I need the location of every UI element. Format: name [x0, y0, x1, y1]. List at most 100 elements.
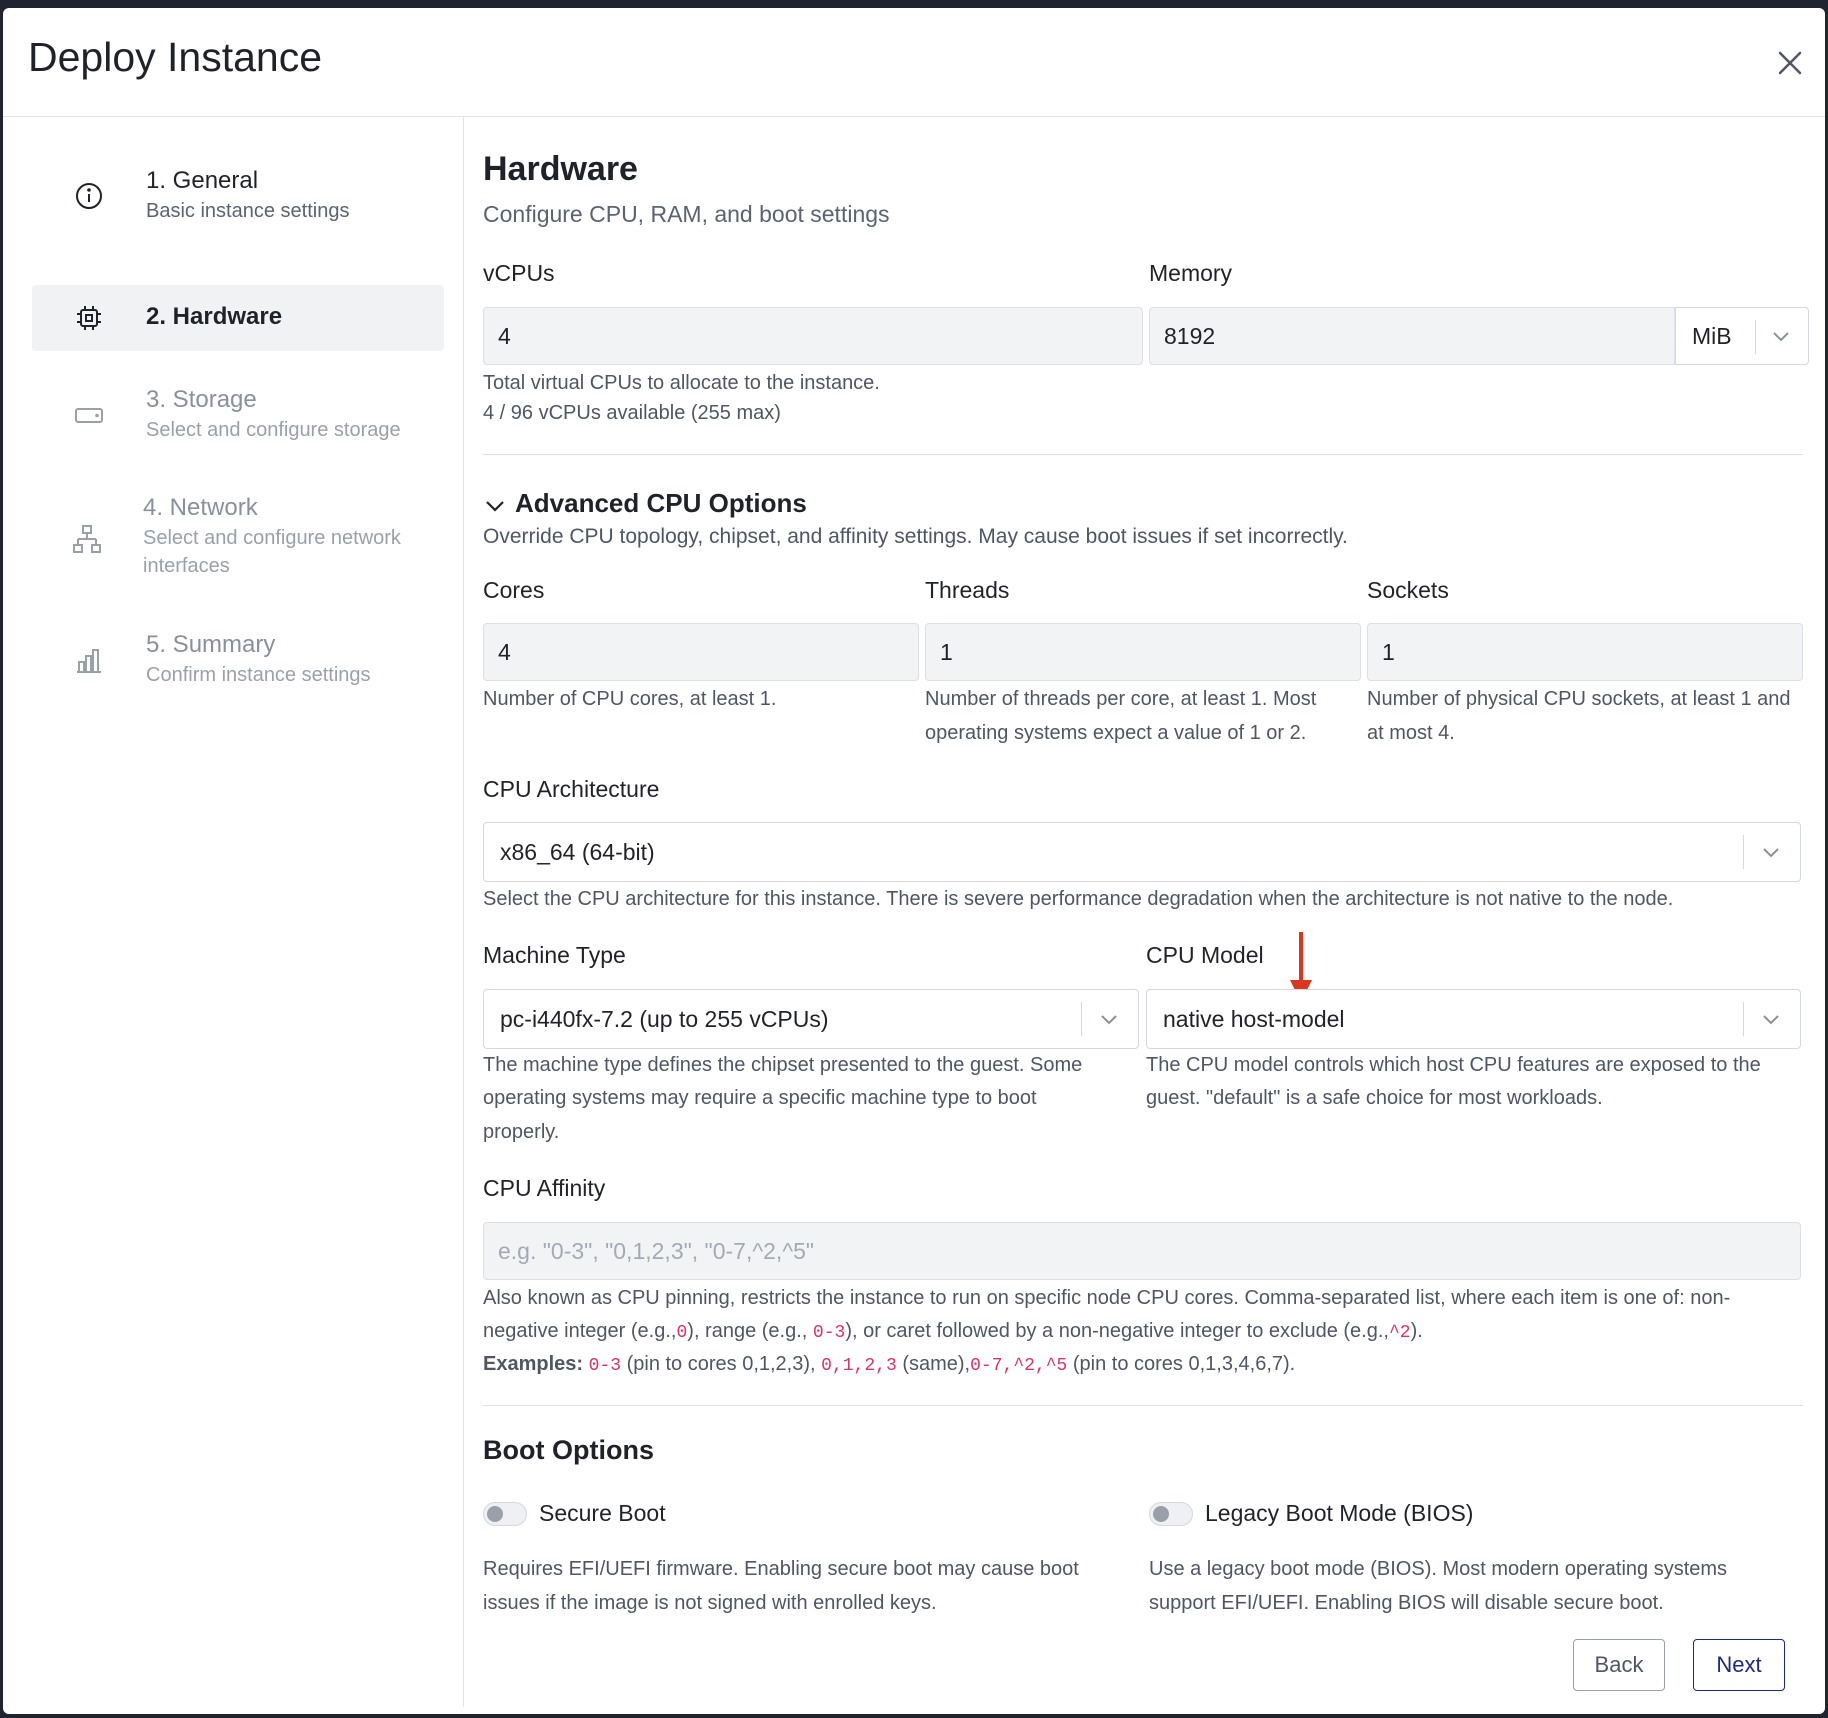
advanced-subtitle: Override CPU topology, chipset, and affi…: [483, 525, 1348, 548]
cores-input[interactable]: 4: [483, 623, 919, 681]
cpu-model-help: The CPU model controls which host CPU fe…: [1146, 1054, 1761, 1076]
network-icon: [72, 524, 102, 554]
section-subtitle: Configure CPU, RAM, and boot settings: [483, 201, 890, 227]
close-button[interactable]: [1773, 46, 1807, 80]
cpu-model-help: guest. "default" is a safe choice for mo…: [1146, 1087, 1603, 1109]
select-separator: [1743, 1002, 1744, 1036]
select-separator: [1081, 1002, 1082, 1036]
deploy-instance-dialog: Deploy Instance 1. General Basic instanc…: [3, 8, 1825, 1714]
code-snippet: 0: [676, 1323, 688, 1343]
help-text: (pin to cores 0,1,2,3),: [621, 1353, 822, 1375]
toggle-knob: [1153, 1506, 1169, 1522]
info-icon: [74, 181, 104, 211]
help-text: ), or caret followed by a non-negative i…: [845, 1320, 1389, 1342]
step-general[interactable]: 1. General Basic instance settings: [32, 153, 444, 233]
cores-label: Cores: [483, 577, 545, 603]
cpu-affinity-input[interactable]: e.g. "0-3", "0,1,2,3", "0-7,^2,^5": [483, 1222, 1801, 1280]
cpu-architecture-label: CPU Architecture: [483, 776, 660, 802]
step-subtitle: Select and configure storage: [146, 419, 401, 441]
chevron-down-icon: [1101, 1015, 1117, 1025]
section-divider: [483, 454, 1803, 455]
toggle-knob: [487, 1506, 503, 1522]
boot-options-title: Boot Options: [483, 1435, 654, 1465]
threads-help: Number of threads per core, at least 1. …: [925, 688, 1317, 710]
next-button[interactable]: Next: [1693, 1639, 1785, 1691]
section-divider: [483, 1405, 1803, 1406]
cpu-model-select[interactable]: native host-model: [1146, 989, 1801, 1049]
step-hardware[interactable]: 2. Hardware: [32, 285, 444, 351]
chevron-down-icon: [1763, 848, 1779, 858]
step-title: 3. Storage: [146, 386, 257, 413]
code-snippet: ^2: [1388, 1323, 1411, 1343]
memory-unit-select[interactable]: MiB: [1675, 307, 1809, 365]
wizard-steps-sidebar: 1. General Basic instance settings 2. Ha…: [3, 117, 464, 1707]
secure-boot-help: Requires EFI/UEFI firmware. Enabling sec…: [483, 1558, 1079, 1580]
cpu-affinity-help: Also known as CPU pinning, restricts the…: [483, 1282, 1803, 1380]
help-text: negative integer (e.g.,: [483, 1320, 677, 1342]
back-button[interactable]: Back: [1573, 1639, 1665, 1691]
help-text: (same),: [896, 1353, 971, 1375]
machine-type-help: properly.: [483, 1121, 560, 1143]
machine-type-help: The machine type defines the chipset pre…: [483, 1054, 1083, 1076]
cpu-affinity-examples: Examples: 0-3 (pin to cores 0,1,2,3), 0,…: [483, 1350, 1803, 1380]
step-storage[interactable]: 3. Storage Select and configure storage: [32, 372, 444, 452]
step-subtitle: interfaces: [143, 555, 230, 577]
cpu-architecture-help: Select the CPU architecture for this ins…: [483, 888, 1674, 910]
memory-label: Memory: [1149, 260, 1233, 286]
cores-help: Number of CPU cores, at least 1.: [483, 688, 777, 710]
machine-type-label: Machine Type: [483, 942, 626, 968]
machine-type-select[interactable]: pc-i440fx-7.2 (up to 255 vCPUs): [483, 989, 1139, 1049]
sockets-input[interactable]: 1: [1367, 623, 1803, 681]
step-title: 2. Hardware: [146, 303, 283, 330]
machine-type-value: pc-i440fx-7.2 (up to 255 vCPUs): [500, 1006, 829, 1032]
cpu-architecture-value: x86_64 (64-bit): [500, 839, 655, 865]
close-icon: [1778, 51, 1802, 75]
legacy-boot-help: Use a legacy boot mode (BIOS). Most mode…: [1149, 1558, 1728, 1580]
code-snippet: 0-3: [812, 1323, 846, 1343]
threads-help: operating systems expect a value of 1 or…: [925, 722, 1307, 744]
section-title: Hardware: [483, 150, 638, 188]
step-subtitle: Basic instance settings: [146, 200, 350, 222]
cpu-chip-icon: [74, 303, 104, 333]
secure-boot-help: issues if the image is not signed with e…: [483, 1592, 937, 1614]
sockets-help: at most 4.: [1367, 722, 1455, 744]
vcpus-help: Total virtual CPUs to allocate to the in…: [483, 372, 880, 394]
help-text: (pin to cores 0,1,3,4,6,7).: [1067, 1353, 1296, 1375]
dialog-title: Deploy Instance: [28, 34, 323, 80]
cpu-architecture-select[interactable]: x86_64 (64-bit): [483, 822, 1801, 882]
vcpus-available: 4 / 96 vCPUs available (255 max): [483, 402, 781, 424]
help-text: ).: [1410, 1320, 1423, 1342]
bar-chart-icon: [74, 645, 104, 675]
legacy-boot-toggle[interactable]: [1149, 1502, 1193, 1526]
step-network[interactable]: 4. Network Select and configure network …: [32, 480, 444, 590]
examples-label: Examples:: [483, 1353, 584, 1375]
secure-boot-toggle[interactable]: [483, 1502, 527, 1526]
vcpus-label: vCPUs: [483, 260, 555, 286]
legacy-boot-label: Legacy Boot Mode (BIOS): [1205, 1500, 1474, 1526]
step-title: 1. General: [146, 167, 259, 194]
code-snippet: 0-3: [588, 1356, 622, 1376]
select-separator: [1755, 320, 1756, 354]
sockets-label: Sockets: [1367, 577, 1449, 603]
step-subtitle: Select and configure network: [143, 527, 401, 549]
vcpus-input[interactable]: 4: [483, 307, 1143, 365]
step-title: 5. Summary: [146, 631, 276, 658]
advanced-title: Advanced CPU Options: [515, 488, 807, 518]
memory-input[interactable]: 8192: [1149, 307, 1675, 365]
hard-drive-icon: [74, 400, 104, 430]
machine-type-help: operating systems may require a specific…: [483, 1087, 1037, 1109]
cpu-affinity-help-line: negative integer (e.g.,0), range (e.g., …: [483, 1315, 1803, 1350]
step-title: 4. Network: [143, 494, 258, 521]
threads-label: Threads: [925, 577, 1010, 603]
step-summary[interactable]: 5. Summary Confirm instance settings: [32, 617, 444, 697]
memory-unit-value: MiB: [1692, 323, 1732, 349]
cpu-model-value: native host-model: [1163, 1006, 1345, 1032]
code-snippet: 0-7,^2,^5: [970, 1356, 1068, 1376]
legacy-boot-help: support EFI/UEFI. Enabling BIOS will dis…: [1149, 1592, 1664, 1614]
cpu-affinity-label: CPU Affinity: [483, 1175, 606, 1201]
threads-input[interactable]: 1: [925, 623, 1361, 681]
chevron-down-icon: [1763, 1015, 1779, 1025]
select-separator: [1743, 835, 1744, 869]
dialog-header: Deploy Instance: [3, 8, 1825, 117]
help-text: ), range (e.g.,: [687, 1320, 813, 1342]
